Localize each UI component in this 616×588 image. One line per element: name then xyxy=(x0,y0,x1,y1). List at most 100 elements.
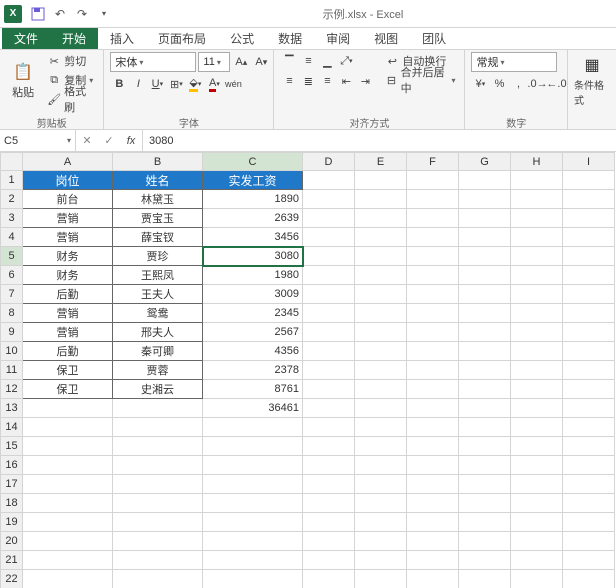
cell-B10[interactable]: 秦可卿 xyxy=(113,342,203,361)
comma-button[interactable]: , xyxy=(509,75,527,93)
border-button[interactable]: ⊞▾ xyxy=(167,75,185,93)
cell-F7[interactable] xyxy=(407,285,459,304)
cell-E19[interactable] xyxy=(355,513,407,532)
cell-H12[interactable] xyxy=(511,380,563,399)
cell-I1[interactable] xyxy=(563,171,615,190)
cell-H8[interactable] xyxy=(511,304,563,323)
cell-I9[interactable] xyxy=(563,323,615,342)
bold-button[interactable]: B xyxy=(110,75,128,93)
row-header-3[interactable]: 3 xyxy=(1,209,23,228)
cell-H7[interactable] xyxy=(511,285,563,304)
cell-A5[interactable]: 财务 xyxy=(23,247,113,266)
cell-D3[interactable] xyxy=(303,209,355,228)
cell-F19[interactable] xyxy=(407,513,459,532)
cell-E10[interactable] xyxy=(355,342,407,361)
phonetic-button[interactable]: wén xyxy=(224,75,242,93)
cell-I2[interactable] xyxy=(563,190,615,209)
cell-B15[interactable] xyxy=(113,437,203,456)
cell-C8[interactable]: 2345 xyxy=(203,304,303,323)
cell-G7[interactable] xyxy=(459,285,511,304)
align-bottom-button[interactable]: ▁ xyxy=(318,52,336,70)
formula-input[interactable]: 3080 xyxy=(143,130,616,151)
conditional-format-button[interactable]: ▦ 条件格式 xyxy=(574,52,610,108)
cell-A6[interactable]: 财务 xyxy=(23,266,113,285)
cell-C1[interactable]: 实发工资 xyxy=(203,171,303,190)
cell-G5[interactable] xyxy=(459,247,511,266)
cell-H9[interactable] xyxy=(511,323,563,342)
cell-D5[interactable] xyxy=(303,247,355,266)
decrease-font-button[interactable]: A▾ xyxy=(252,53,270,71)
increase-font-button[interactable]: A▴ xyxy=(232,53,250,71)
paste-button[interactable]: 📋 粘贴 xyxy=(6,52,40,108)
cell-I4[interactable] xyxy=(563,228,615,247)
select-all-corner[interactable] xyxy=(1,153,23,171)
cell-H13[interactable] xyxy=(511,399,563,418)
cell-D19[interactable] xyxy=(303,513,355,532)
undo-button[interactable]: ↶ xyxy=(50,4,70,24)
cell-F18[interactable] xyxy=(407,494,459,513)
column-header-E[interactable]: E xyxy=(355,153,407,171)
row-header-22[interactable]: 22 xyxy=(1,570,23,588)
cell-F16[interactable] xyxy=(407,456,459,475)
orientation-button[interactable]: ⤢▾ xyxy=(337,52,355,70)
cell-C10[interactable]: 4356 xyxy=(203,342,303,361)
cell-E16[interactable] xyxy=(355,456,407,475)
cell-C17[interactable] xyxy=(203,475,303,494)
cell-C15[interactable] xyxy=(203,437,303,456)
cell-B1[interactable]: 姓名 xyxy=(113,171,203,190)
cell-G2[interactable] xyxy=(459,190,511,209)
column-header-C[interactable]: C xyxy=(203,153,303,171)
cell-D20[interactable] xyxy=(303,532,355,551)
decrease-indent-button[interactable]: ⇤ xyxy=(337,72,355,90)
cell-H19[interactable] xyxy=(511,513,563,532)
cell-G17[interactable] xyxy=(459,475,511,494)
cell-G18[interactable] xyxy=(459,494,511,513)
cell-D15[interactable] xyxy=(303,437,355,456)
tab-home[interactable]: 开始 xyxy=(50,28,98,49)
row-header-12[interactable]: 12 xyxy=(1,380,23,399)
cell-G3[interactable] xyxy=(459,209,511,228)
cell-A8[interactable]: 营销 xyxy=(23,304,113,323)
cell-E12[interactable] xyxy=(355,380,407,399)
cell-D12[interactable] xyxy=(303,380,355,399)
redo-button[interactable]: ↷ xyxy=(72,4,92,24)
cell-H15[interactable] xyxy=(511,437,563,456)
cell-C2[interactable]: 1890 xyxy=(203,190,303,209)
cancel-formula-button[interactable]: ✕ xyxy=(76,130,98,152)
cell-H17[interactable] xyxy=(511,475,563,494)
save-button[interactable] xyxy=(28,4,48,24)
cell-F4[interactable] xyxy=(407,228,459,247)
cell-G6[interactable] xyxy=(459,266,511,285)
cell-H2[interactable] xyxy=(511,190,563,209)
cell-E21[interactable] xyxy=(355,551,407,570)
row-header-8[interactable]: 8 xyxy=(1,304,23,323)
align-left-button[interactable]: ≡ xyxy=(280,72,298,90)
increase-decimal-button[interactable]: .0→ xyxy=(528,75,546,93)
cell-E14[interactable] xyxy=(355,418,407,437)
column-header-A[interactable]: A xyxy=(23,153,113,171)
cell-C3[interactable]: 2639 xyxy=(203,209,303,228)
row-header-20[interactable]: 20 xyxy=(1,532,23,551)
cell-I14[interactable] xyxy=(563,418,615,437)
row-header-16[interactable]: 16 xyxy=(1,456,23,475)
cell-D4[interactable] xyxy=(303,228,355,247)
fx-button[interactable]: fx xyxy=(120,130,142,152)
cell-E1[interactable] xyxy=(355,171,407,190)
cell-D6[interactable] xyxy=(303,266,355,285)
cell-E5[interactable] xyxy=(355,247,407,266)
cell-E8[interactable] xyxy=(355,304,407,323)
cell-B13[interactable] xyxy=(113,399,203,418)
cell-E9[interactable] xyxy=(355,323,407,342)
cell-G11[interactable] xyxy=(459,361,511,380)
cell-H5[interactable] xyxy=(511,247,563,266)
cell-B7[interactable]: 王夫人 xyxy=(113,285,203,304)
cell-E7[interactable] xyxy=(355,285,407,304)
cell-B4[interactable]: 薛宝钗 xyxy=(113,228,203,247)
row-header-4[interactable]: 4 xyxy=(1,228,23,247)
row-header-13[interactable]: 13 xyxy=(1,399,23,418)
column-header-F[interactable]: F xyxy=(407,153,459,171)
cell-G16[interactable] xyxy=(459,456,511,475)
fill-color-button[interactable]: ⬙▾ xyxy=(186,75,204,93)
cell-B5[interactable]: 贾珍 xyxy=(113,247,203,266)
qat-dropdown[interactable]: ▾ xyxy=(94,4,114,24)
